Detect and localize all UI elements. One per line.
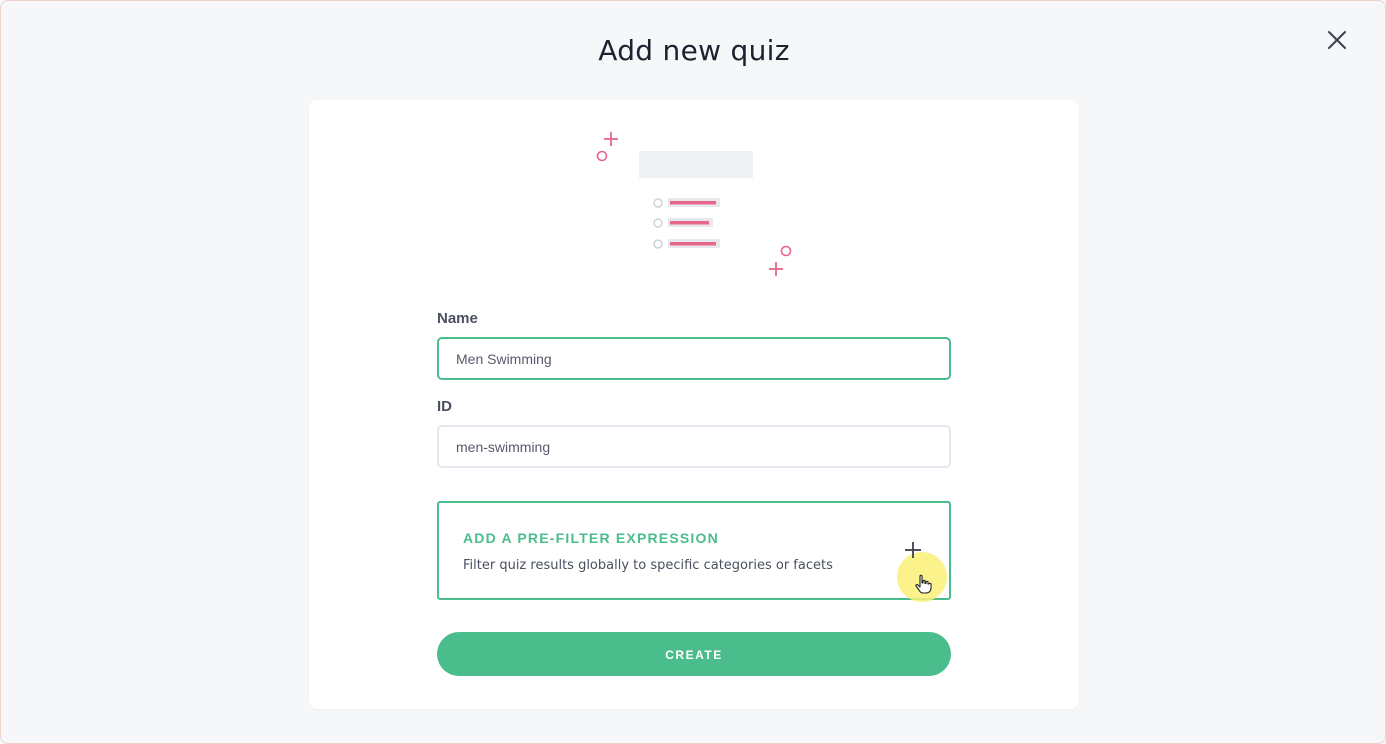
create-button[interactable]: CREATE — [437, 632, 951, 676]
close-button[interactable] — [1323, 26, 1351, 54]
id-input[interactable] — [437, 425, 951, 468]
modal-title: Add new quiz — [598, 34, 790, 67]
quiz-list-illustration — [596, 132, 792, 276]
modal-backdrop: Add new quiz Name Men Swimming ID men-sw… — [0, 0, 1386, 744]
prefilter-title: ADD A PRE-FILTER EXPRESSION — [463, 530, 719, 546]
quiz-form-card: Name ID ADD A PRE-FILTER EXPRESSION Filt… — [309, 100, 1079, 709]
plus-icon[interactable] — [904, 541, 922, 559]
id-label: ID — [437, 398, 452, 415]
add-prefilter-button[interactable]: ADD A PRE-FILTER EXPRESSION Filter quiz … — [437, 501, 951, 602]
hand-pointer-icon — [915, 574, 932, 594]
close-icon — [1328, 31, 1346, 49]
name-label: Name — [437, 310, 478, 327]
prefilter-description: Filter quiz results globally to specific… — [463, 558, 833, 573]
name-input[interactable] — [437, 337, 951, 380]
